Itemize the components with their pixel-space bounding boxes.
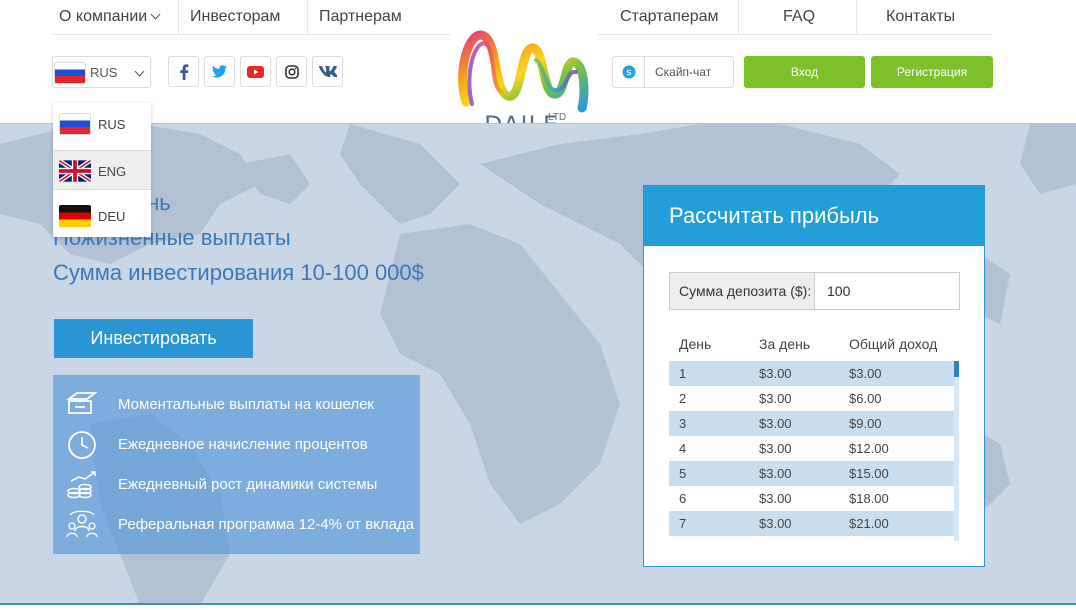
column-header-day: День	[679, 336, 712, 352]
table-cell: 5	[679, 466, 687, 481]
calculator-title: Рассчитать прибыль	[644, 186, 984, 246]
column-header-total: Общий доход	[849, 336, 938, 352]
language-option-eng[interactable]: ENG	[53, 150, 151, 190]
profit-calculator: Рассчитать прибыль Сумма депозита ($): 1…	[643, 185, 985, 567]
feature-item: Моментальные выплаты на кошелек	[53, 385, 420, 425]
nav-about[interactable]: О компании	[59, 0, 161, 35]
table-cell: 1	[679, 366, 687, 381]
feature-text: Ежедневное начисление процентов	[118, 436, 368, 453]
referral-people-icon	[66, 510, 98, 538]
table-scrollbar-thumb[interactable]	[954, 361, 959, 377]
register-button[interactable]: Регистрация	[871, 56, 993, 88]
features-panel: Моментальные выплаты на кошелек Ежедневн…	[53, 375, 420, 554]
column-header-per-day: За день	[759, 336, 811, 352]
feature-item: Ежедневное начисление процентов	[53, 425, 420, 465]
language-select[interactable]: RUS	[52, 56, 151, 88]
wallet-transfer-icon	[66, 392, 98, 414]
table-cell: $3.00	[759, 491, 792, 506]
germany-flag-icon	[59, 205, 91, 227]
table-cell: 6	[679, 491, 687, 506]
table-cell: $9.00	[849, 416, 882, 431]
table-cell: 7	[679, 516, 687, 531]
russia-flag-icon	[59, 113, 91, 135]
table-cell: $3.00	[759, 441, 792, 456]
hero-bottom-border	[0, 603, 1076, 610]
nav-investors[interactable]: Инвесторам	[190, 0, 280, 35]
instagram-icon[interactable]	[276, 56, 307, 87]
table-cell: $3.00	[759, 516, 792, 531]
nav-startups[interactable]: Стартаперам	[620, 0, 719, 35]
table-row: 5 $3.00 $15.00	[669, 461, 955, 486]
table-row: 3 $3.00 $9.00	[669, 411, 955, 436]
deposit-input[interactable]: 100	[814, 272, 960, 310]
skype-chat-field[interactable]: Скайп-чат	[612, 56, 734, 88]
twitter-icon[interactable]	[204, 56, 235, 87]
table-cell: $3.00	[759, 466, 792, 481]
chevron-down-icon	[150, 9, 161, 20]
language-option-rus[interactable]: RUS	[53, 104, 151, 144]
table-cell: $15.00	[849, 466, 889, 481]
language-option-label: RUS	[98, 117, 126, 132]
skype-chat-label: Скайп-чат	[655, 65, 712, 79]
table-row: 2 $3.00 $6.00	[669, 386, 955, 411]
table-row: 1 $3.00 $3.00	[669, 361, 955, 386]
youtube-icon[interactable]	[240, 56, 271, 87]
vk-icon[interactable]	[312, 56, 343, 87]
hero-line-3: Сумма инвестирования 10-100 000$	[53, 260, 424, 285]
table-row: 6 $3.00 $18.00	[669, 486, 955, 511]
nav-faq[interactable]: FAQ	[783, 0, 815, 35]
table-cell: $18.00	[849, 491, 889, 506]
table-cell: 2	[679, 391, 687, 406]
facebook-icon[interactable]	[168, 56, 199, 87]
nav-divider	[738, 0, 739, 35]
invest-button[interactable]: Инвестировать	[54, 319, 253, 358]
table-cell: $21.00	[849, 516, 889, 531]
table-row: 4 $3.00 $12.00	[669, 436, 955, 461]
table-header: День За день Общий доход	[669, 336, 959, 360]
table-cell: 4	[679, 441, 687, 456]
deposit-label: Сумма депозита ($):	[669, 272, 815, 310]
table-cell: $12.00	[849, 441, 889, 456]
table-scrollbar[interactable]	[954, 361, 959, 541]
table-cell: $3.00	[759, 366, 792, 381]
language-dropdown-menu: RUS ENG DEU	[53, 103, 151, 237]
coins-growth-icon	[67, 471, 96, 499]
language-option-label: ENG	[98, 164, 127, 179]
table-cell: $3.00	[759, 391, 792, 406]
nav-divider	[307, 0, 308, 35]
page: О компании Инвесторам Партнерам Стартапе…	[0, 0, 1076, 610]
table-cell: $3.00	[849, 366, 882, 381]
feature-text: Ежедневный рост динамики системы	[118, 476, 378, 493]
nav-about-label: О компании	[59, 8, 148, 25]
logo-suffix: LTD	[548, 112, 567, 123]
russia-flag-icon	[54, 62, 86, 84]
nav-divider	[856, 0, 857, 35]
language-option-deu[interactable]: DEU	[53, 196, 151, 236]
uk-flag-icon	[59, 160, 91, 182]
table-cell: $3.00	[759, 416, 792, 431]
clock-icon	[68, 431, 96, 459]
feature-text: Моментальные выплаты на кошелек	[118, 396, 374, 413]
table-cell: $6.00	[849, 391, 882, 406]
language-selected-label: RUS	[90, 65, 118, 80]
chevron-down-icon	[134, 66, 145, 77]
feature-text: Реферальная программа 12-4% от вклада	[118, 516, 415, 533]
feature-item: Ежедневный рост динамики системы	[53, 465, 420, 505]
table-row: 7 $3.00 $21.00	[669, 511, 955, 536]
language-option-label: DEU	[98, 209, 126, 224]
feature-item: Реферальная программа 12-4% от вклада	[53, 505, 420, 545]
nav-partners[interactable]: Партнерам	[319, 0, 402, 35]
hero-section: …дый день Пожизненные выплаты Сумма инве…	[0, 123, 1076, 604]
skype-icon	[613, 57, 645, 87]
nav-divider	[178, 0, 179, 35]
nav-contacts[interactable]: Контакты	[886, 0, 955, 35]
login-button[interactable]: Вход	[744, 56, 865, 88]
table-cell: 3	[679, 416, 687, 431]
